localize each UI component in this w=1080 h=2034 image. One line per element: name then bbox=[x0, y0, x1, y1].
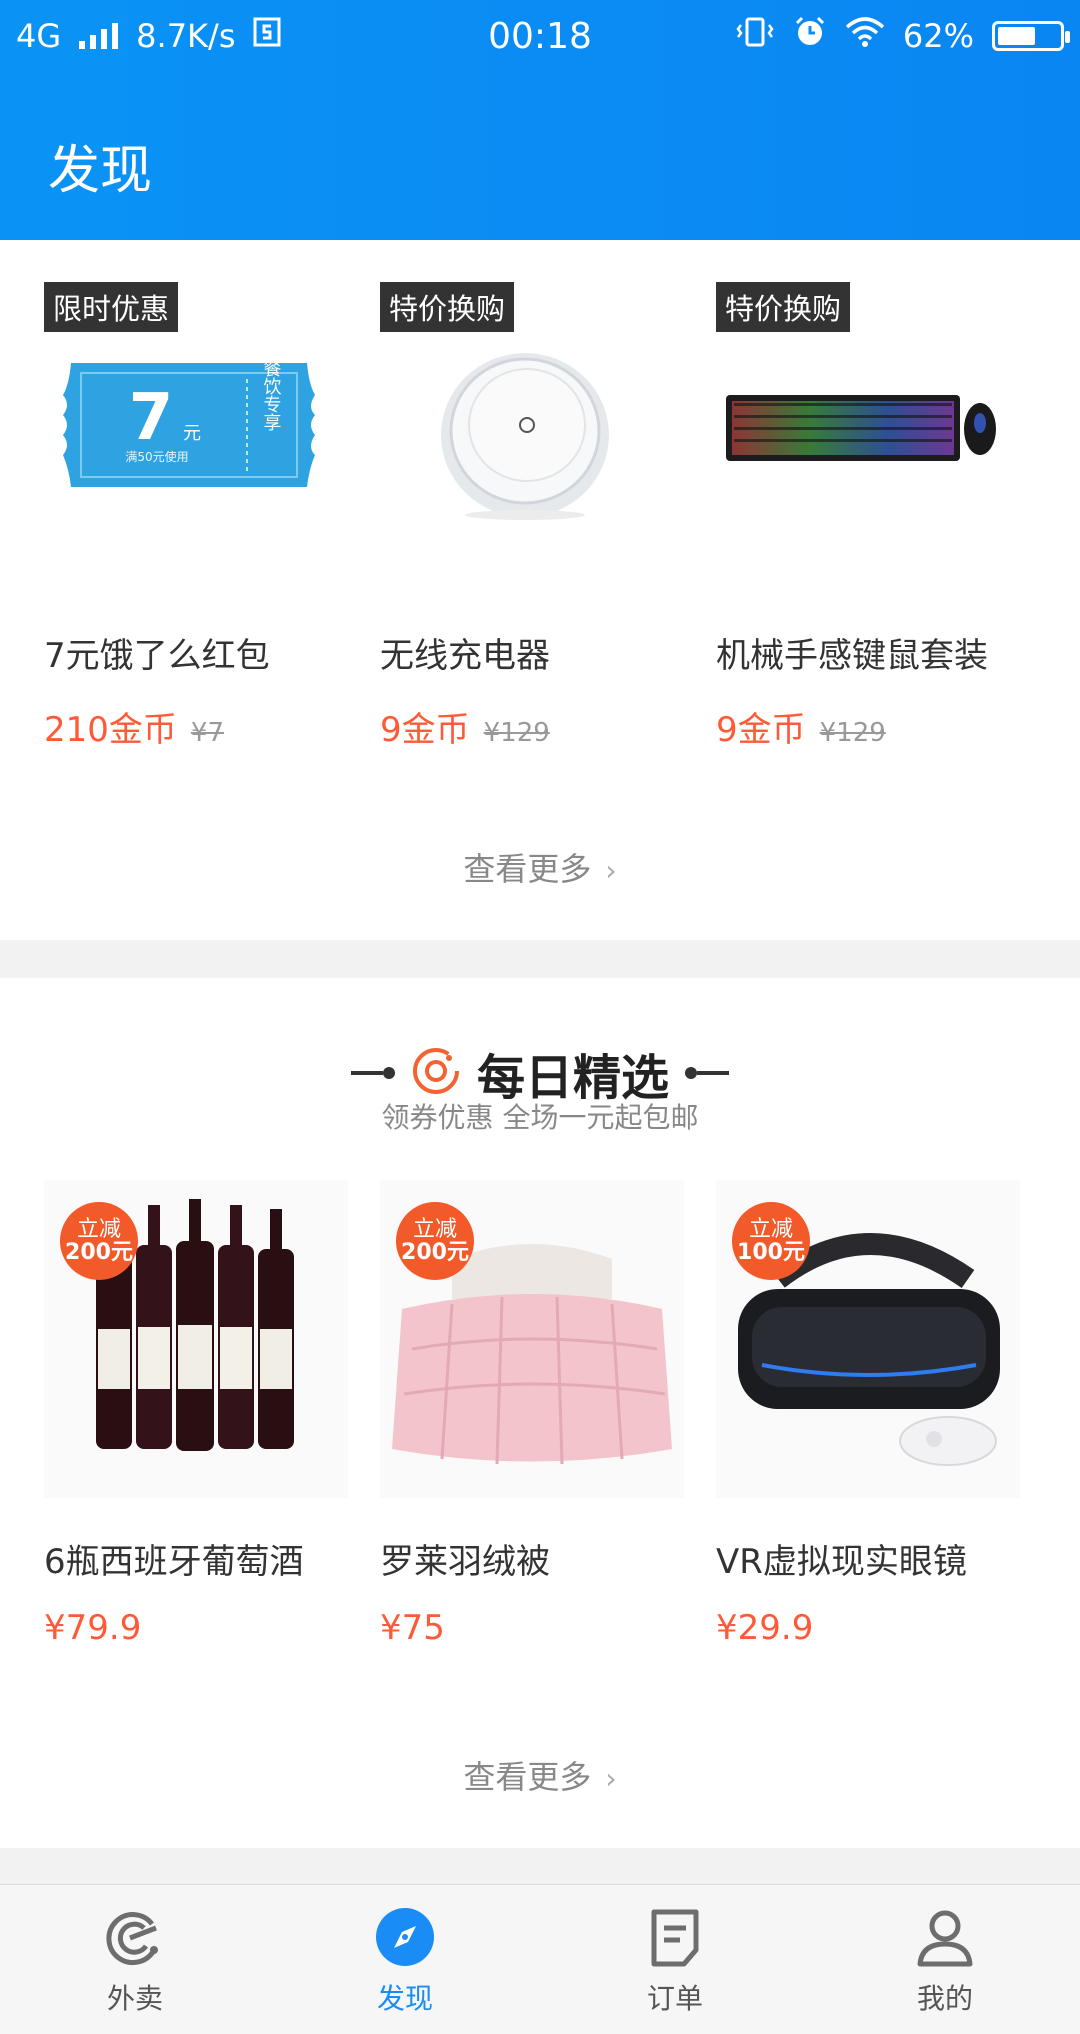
wifi-icon bbox=[845, 17, 885, 55]
target-icon bbox=[411, 1046, 461, 1100]
tab-label: 我的 bbox=[916, 1982, 973, 2015]
product-card[interactable]: 立减 100元 VR虚拟现实眼镜 ¥29.9 bbox=[716, 1180, 1052, 1700]
coin-price: 9金币 bbox=[716, 710, 806, 750]
product-price: ¥75 bbox=[380, 1608, 445, 1648]
product-card[interactable]: 限时优惠 7 元 满50元使用 餐饮专享 7元饿了么红包 210金币 ¥7 bbox=[44, 240, 380, 800]
page-title: 发现 bbox=[48, 141, 153, 201]
network-label: 4G bbox=[16, 17, 62, 55]
tab-label: 发现 bbox=[376, 1982, 433, 2015]
badge-amount: 200元 bbox=[65, 1240, 133, 1265]
product-name: VR虚拟现实眼镜 bbox=[716, 1542, 967, 1582]
order-list-icon bbox=[643, 1905, 707, 1969]
bottom-tab-bar: 外卖 发现 订单 我的 bbox=[0, 1884, 1080, 2034]
view-more-label: 查看更多 bbox=[463, 1758, 592, 1796]
coupon-note: 满50元使用 bbox=[125, 449, 188, 464]
badge-amount: 100元 bbox=[737, 1240, 805, 1265]
tab-discover[interactable]: 发现 bbox=[270, 1885, 540, 2034]
battery-icon bbox=[992, 21, 1070, 51]
product-card[interactable]: 特价换购 机械手感键鼠套装 9金币 ¥129 bbox=[716, 240, 1052, 800]
down-comforter-image: 立减 200元 bbox=[380, 1180, 684, 1498]
header: 4G 8.7K/s 00:18 62% 发现 bbox=[0, 0, 1080, 240]
original-price: ¥129 bbox=[819, 718, 886, 748]
signal-icon bbox=[79, 23, 119, 49]
vibrate-icon bbox=[735, 17, 775, 55]
network-speed: 8.7K/s bbox=[136, 17, 236, 55]
left-ornament-icon bbox=[350, 1067, 395, 1079]
view-more-link[interactable]: 查看更多 › bbox=[0, 844, 1080, 890]
view-more-label: 查看更多 bbox=[463, 850, 592, 888]
tab-profile[interactable]: 我的 bbox=[810, 1885, 1080, 2034]
right-ornament-icon bbox=[685, 1067, 729, 1079]
coin-price: 9金币 bbox=[380, 710, 470, 750]
product-card[interactable]: 特价换购 无线充电器 9金币 ¥129 bbox=[380, 240, 716, 800]
tab-orders[interactable]: 订单 bbox=[540, 1885, 810, 2034]
exchange-section: 限时优惠 7 元 满50元使用 餐饮专享 7元饿了么红包 210金币 ¥7 特价… bbox=[0, 240, 1080, 940]
view-more-link[interactable]: 查看更多 › bbox=[0, 1752, 1080, 1798]
compass-icon bbox=[373, 1905, 437, 1969]
discount-badge: 立减 200元 bbox=[396, 1202, 474, 1280]
badge-top: 立减 bbox=[748, 1216, 793, 1242]
product-card[interactable]: 立减 200元 6瓶西班牙葡萄酒 ¥79.9 bbox=[44, 1180, 380, 1700]
wine-bottles-image: 立减 200元 bbox=[44, 1180, 348, 1498]
badge-top: 立减 bbox=[76, 1216, 121, 1242]
tab-label: 订单 bbox=[646, 1982, 703, 2015]
takeout-icon bbox=[103, 1905, 167, 1969]
original-price: ¥7 bbox=[190, 718, 224, 748]
coupon-unit: 元 bbox=[183, 423, 201, 444]
product-name: 7元饿了么红包 bbox=[44, 636, 270, 676]
keyboard-mouse-image bbox=[716, 320, 1006, 530]
section-subtitle: 领券优惠 全场一元起包邮 bbox=[381, 1101, 699, 1134]
badge-top: 立减 bbox=[412, 1216, 457, 1242]
discount-badge: 立减 200元 bbox=[60, 1202, 138, 1280]
original-price: ¥129 bbox=[483, 718, 550, 748]
status-bar: 4G 8.7K/s 00:18 62% bbox=[0, 0, 1080, 72]
product-name: 无线充电器 bbox=[380, 636, 550, 676]
wireless-charger-image bbox=[380, 320, 670, 530]
coupon-value: 7 bbox=[129, 381, 174, 455]
tab-takeout[interactable]: 外卖 bbox=[0, 1885, 270, 2034]
battery-percent: 62% bbox=[902, 17, 974, 55]
coupon-image: 7 元 满50元使用 餐饮专享 bbox=[44, 320, 334, 530]
badge-amount: 200元 bbox=[401, 1240, 469, 1265]
vr-headset-image: 立减 100元 bbox=[716, 1180, 1020, 1498]
chevron-right-icon: › bbox=[605, 854, 617, 887]
product-card[interactable]: 立减 200元 罗莱羽绒被 ¥75 bbox=[380, 1180, 716, 1700]
coin-price: 210金币 bbox=[44, 710, 177, 750]
product-name: 6瓶西班牙葡萄酒 bbox=[44, 1542, 304, 1582]
product-name: 罗莱羽绒被 bbox=[380, 1542, 550, 1582]
product-price: ¥79.9 bbox=[44, 1608, 142, 1648]
product-name: 机械手感键鼠套装 bbox=[716, 636, 988, 676]
notification-icon bbox=[253, 17, 281, 55]
coupon-side-label: 餐饮专享 bbox=[261, 359, 282, 431]
daily-picks-section: 每日精选 领券优惠 全场一元起包邮 立减 200元 6瓶西班牙葡萄酒 ¥79.9… bbox=[0, 978, 1080, 1848]
product-price: ¥29.9 bbox=[716, 1608, 814, 1648]
alarm-icon bbox=[793, 15, 827, 57]
user-icon bbox=[913, 1905, 977, 1969]
tab-label: 外卖 bbox=[106, 1982, 163, 2015]
chevron-right-icon: › bbox=[605, 1762, 617, 1795]
discount-badge: 立减 100元 bbox=[732, 1202, 810, 1280]
